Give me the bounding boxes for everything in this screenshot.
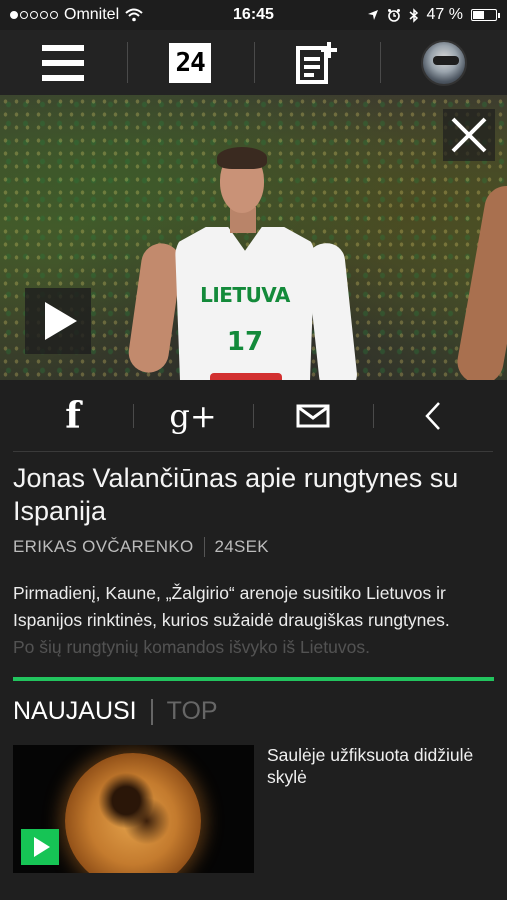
- status-icons: 47 %: [367, 6, 500, 24]
- battery-icon: [471, 9, 500, 21]
- tab-divider: [150, 698, 153, 725]
- excerpt-line-faded: Po šių rungtynių komandos išvyko iš Liet…: [13, 637, 370, 657]
- news-thumbnail[interactable]: [13, 745, 254, 873]
- tab-naujausi[interactable]: NAUJAUSI: [13, 697, 137, 726]
- menu-icon: [42, 44, 85, 81]
- add-article-button[interactable]: [253, 30, 381, 95]
- avatar: [420, 39, 467, 86]
- battery-percent: 47 %: [426, 6, 463, 23]
- home-logo-button[interactable]: 24: [126, 30, 254, 95]
- location-icon: [367, 10, 378, 20]
- battery-level: [473, 11, 485, 19]
- news-item-title[interactable]: Saulėje užfiksuota didžiulė skylė: [267, 744, 497, 788]
- alarm-icon: [387, 9, 400, 22]
- article-meta: ERIKAS OVČARENKO 24SEK: [13, 537, 269, 557]
- excerpt-line: Pirmadienį, Kaune, „Žalgirio“ arenoje su…: [13, 583, 446, 603]
- add-article-icon: [295, 41, 337, 84]
- close-icon: [451, 117, 487, 153]
- share-mail-button[interactable]: [253, 380, 373, 452]
- tab-top[interactable]: TOP: [167, 697, 218, 726]
- google-plus-icon: g+: [169, 396, 217, 435]
- article-source[interactable]: 24SEK: [215, 537, 269, 557]
- jersey-number: 17: [226, 327, 264, 357]
- article-excerpt[interactable]: Pirmadienį, Kaune, „Žalgirio“ arenoje su…: [13, 580, 495, 661]
- bluetooth-icon: [409, 7, 418, 23]
- meta-divider: [203, 537, 205, 557]
- close-button[interactable]: [443, 109, 495, 161]
- excerpt-line: Ispanijos rinktinės, kurios sužaidė drau…: [13, 610, 450, 630]
- article-title[interactable]: Jonas Valančiūnas apie rungtynes su Ispa…: [13, 462, 493, 528]
- news-tabs: NAUJAUSI TOP: [13, 697, 218, 726]
- top-navigation: 24: [0, 30, 507, 95]
- player-image: LIETUVA 17: [126, 135, 359, 380]
- mail-icon: [296, 404, 330, 427]
- status-bar: Omnitel 16:45 47 %: [0, 0, 507, 30]
- facebook-icon: f: [65, 394, 81, 437]
- menu-button[interactable]: [0, 30, 127, 95]
- play-button[interactable]: [25, 288, 91, 354]
- video-player[interactable]: LIETUVA 17: [0, 95, 507, 380]
- share-facebook-button[interactable]: f: [13, 380, 133, 452]
- jersey-text: LIETUVA: [200, 283, 290, 307]
- article-author[interactable]: ERIKAS OVČARENKO: [13, 537, 194, 557]
- share-google-plus-button[interactable]: g+: [133, 380, 253, 452]
- sun-image: [65, 753, 201, 873]
- logo-24-icon: 24: [169, 42, 212, 83]
- profile-button[interactable]: [380, 30, 507, 95]
- section-divider: [13, 677, 494, 681]
- back-chevron-icon: [425, 401, 440, 430]
- share-bar: f g+: [13, 380, 493, 452]
- back-button[interactable]: [373, 380, 493, 452]
- thumbnail-play-icon: [21, 829, 59, 865]
